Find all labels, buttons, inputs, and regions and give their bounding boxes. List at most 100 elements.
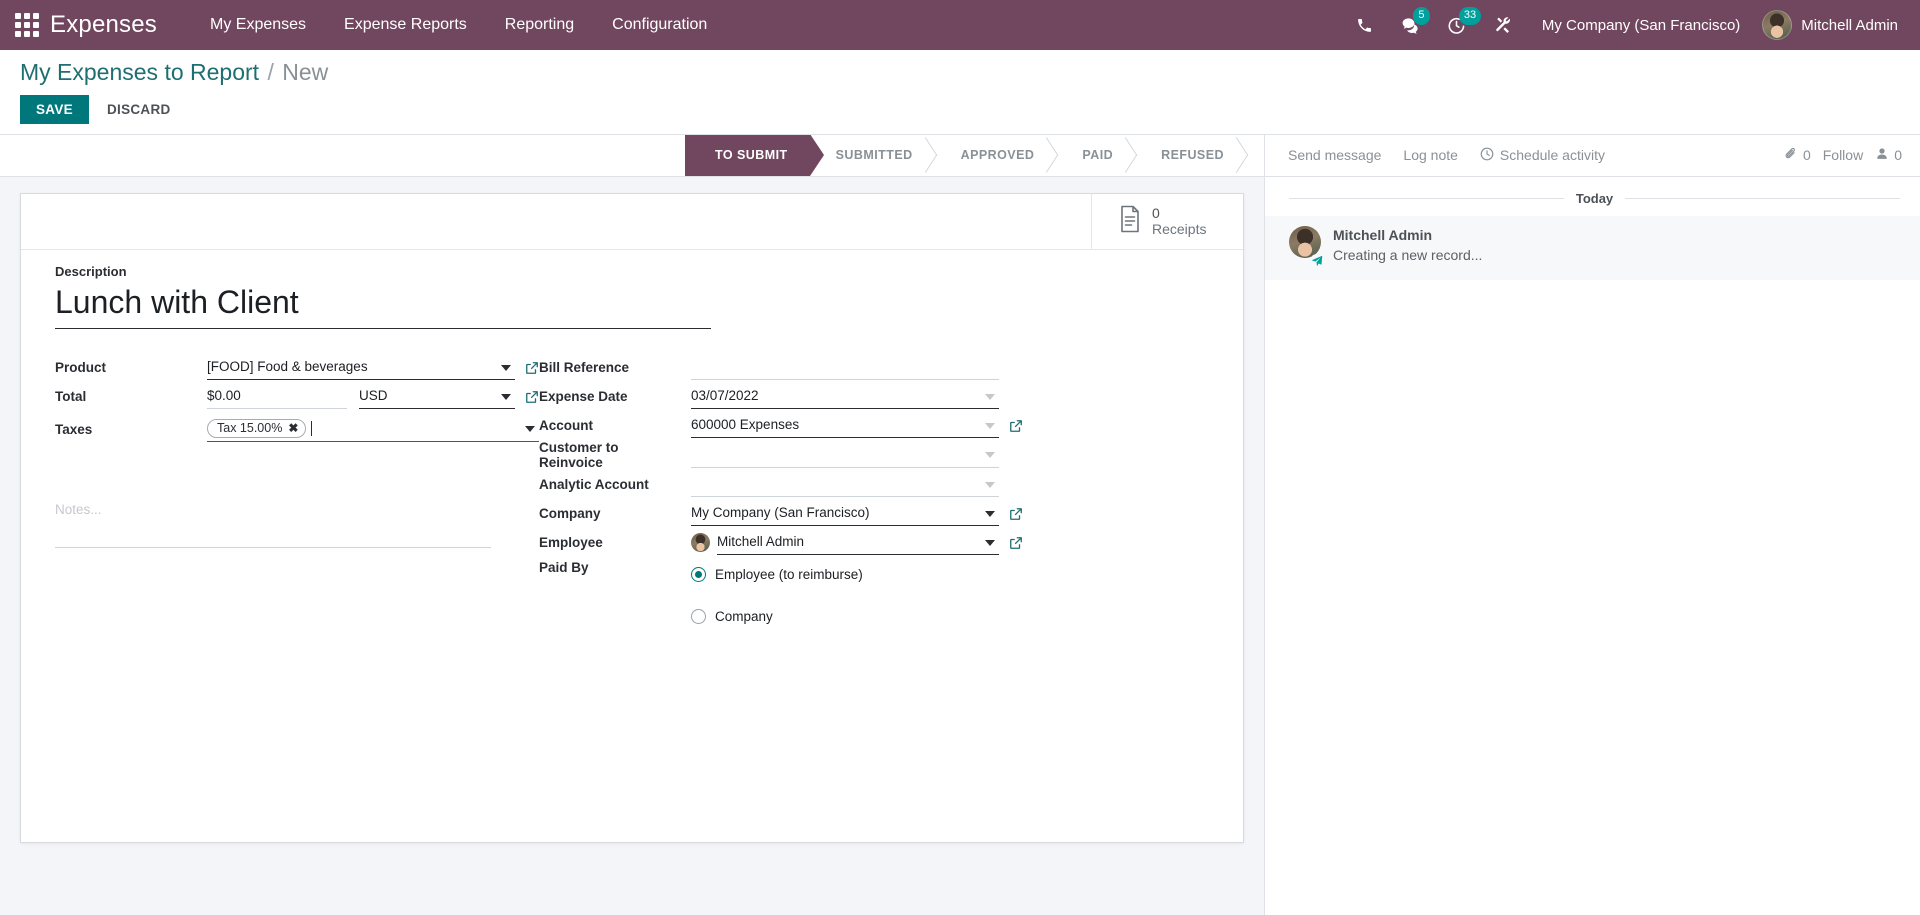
account-label: Account: [539, 418, 593, 434]
breadcrumb-root[interactable]: My Expenses to Report: [20, 59, 259, 85]
attachment-count: 0: [1802, 147, 1811, 164]
account-input[interactable]: [691, 413, 999, 439]
company-internal-link-icon[interactable]: [1009, 507, 1023, 521]
status-paid[interactable]: PAID: [1056, 135, 1135, 176]
field-employee: Employee: [539, 528, 1023, 557]
description-input[interactable]: [55, 280, 711, 330]
message-content: Mitchell Admin Creating a new record...: [1333, 226, 1482, 266]
status-to-submit[interactable]: TO SUBMIT: [685, 134, 810, 176]
menu-item-configuration[interactable]: Configuration: [593, 0, 726, 50]
clock-icon: [1480, 147, 1494, 164]
field-columns: Product [FOOD] Food & beverages Total $0…: [55, 353, 1209, 631]
log-note-button[interactable]: Log note: [1394, 142, 1467, 168]
status-approved[interactable]: APPROVED: [935, 135, 1057, 176]
text-cursor: [311, 420, 313, 436]
right-column: Bill Reference Expense Date 03/07/2022 A…: [539, 353, 1023, 631]
receipts-stat-button[interactable]: 0 Receipts: [1091, 193, 1243, 249]
followers-counter[interactable]: 0: [1875, 147, 1902, 164]
messages-count-badge: 5: [1412, 7, 1430, 25]
employee-avatar: [691, 533, 710, 553]
bill-reference-input[interactable]: [691, 355, 999, 381]
company-label: Company: [539, 506, 601, 522]
menu-item-expense-reports[interactable]: Expense Reports: [325, 0, 486, 50]
total-amount-input[interactable]: [207, 384, 347, 410]
apps-grid-icon[interactable]: [10, 8, 44, 42]
customer-to-reinvoice-label: Customer to Reinvoice: [539, 440, 619, 471]
close-icon[interactable]: ✖: [288, 421, 298, 435]
product-internal-link-icon[interactable]: [525, 361, 539, 375]
breadcrumb-current: New: [282, 59, 329, 85]
form-view: TO SUBMIT SUBMITTED APPROVED PAID REFUSE…: [0, 134, 1264, 915]
button-box: 0 Receipts: [21, 193, 1243, 250]
developer-tools-icon[interactable]: [1480, 0, 1526, 50]
systray: 5 33 My Company (San Francisco) Mitchell…: [1342, 0, 1902, 50]
form-fields: Description Product: [21, 250, 1243, 657]
form-sheet-background: 0 Receipts Description P: [0, 177, 1264, 915]
radio-unselected-icon[interactable]: [691, 609, 706, 625]
product-input[interactable]: [207, 355, 515, 381]
paid-by-label: Paid By: [539, 560, 589, 576]
breadcrumb: My Expenses to Report / New: [20, 58, 1900, 87]
follow-button[interactable]: Follow: [1823, 147, 1863, 163]
status-submitted[interactable]: SUBMITTED: [810, 135, 935, 176]
tax-tag-label: Tax 15.00%: [217, 420, 283, 435]
activity-clock-icon[interactable]: 33: [1434, 0, 1482, 50]
employee-internal-link-icon[interactable]: [1009, 536, 1023, 550]
employee-input[interactable]: [717, 530, 999, 556]
top-navbar: Expenses My Expenses Expense Reports Rep…: [0, 0, 1920, 50]
chatter-thread: Today Mitchell Admin Creating a new reco…: [1265, 177, 1920, 915]
product-label: Product: [55, 360, 107, 376]
paperclip-icon: [1784, 147, 1798, 164]
field-expense-date: Expense Date: [539, 382, 1023, 411]
left-column: Product [FOOD] Food & beverages Total $0…: [55, 353, 539, 631]
send-message-button[interactable]: Send message: [1279, 142, 1390, 168]
chatter-topbar: Send message Log note Schedule activity: [1265, 135, 1920, 177]
paid-by-option-company[interactable]: Company: [691, 602, 773, 631]
phone-icon[interactable]: [1342, 0, 1388, 50]
customer-to-reinvoice-input[interactable]: [691, 442, 999, 468]
field-company: Company: [539, 499, 1023, 528]
menu-item-my-expenses[interactable]: My Expenses: [191, 0, 325, 50]
paid-by-option-employee[interactable]: Employee (to reimburse): [691, 560, 863, 589]
taxes-tags-input[interactable]: Tax 15.00% ✖: [207, 417, 539, 443]
tax-tag[interactable]: Tax 15.00% ✖: [207, 418, 307, 438]
avatar: [1762, 10, 1793, 40]
expense-date-input[interactable]: [691, 384, 999, 410]
analytic-account-input[interactable]: [691, 472, 999, 498]
app-brand-expenses[interactable]: Expenses: [50, 11, 157, 39]
chevron-down-icon[interactable]: [525, 426, 535, 433]
expense-date-label: Expense Date: [539, 389, 628, 405]
field-product: Product: [55, 353, 539, 382]
notes-group: [55, 502, 539, 553]
attachments-counter[interactable]: 0: [1784, 147, 1811, 164]
paid-by-company-label[interactable]: Company: [715, 609, 773, 624]
employee-label: Employee: [539, 535, 603, 551]
bill-reference-label: Bill Reference: [539, 360, 630, 376]
discard-button[interactable]: DISCARD: [93, 95, 185, 124]
divider-left: [1289, 197, 1564, 199]
statusbar: TO SUBMIT SUBMITTED APPROVED PAID REFUSE…: [685, 134, 1246, 176]
radio-selected-icon[interactable]: [691, 567, 706, 583]
schedule-activity-button[interactable]: Schedule activity: [1471, 142, 1614, 169]
field-total: Total: [55, 382, 539, 411]
main-menu: My Expenses Expense Reports Reporting Co…: [191, 0, 726, 50]
menu-item-reporting[interactable]: Reporting: [486, 0, 593, 50]
app-body: TO SUBMIT SUBMITTED APPROVED PAID REFUSE…: [0, 134, 1920, 915]
company-switcher[interactable]: My Company (San Francisco): [1526, 17, 1756, 34]
account-internal-link-icon[interactable]: [1009, 419, 1023, 433]
field-account: Account: [539, 411, 1023, 440]
currency-input[interactable]: [359, 384, 515, 410]
notes-input[interactable]: [55, 502, 491, 549]
messages-icon[interactable]: 5: [1388, 0, 1434, 50]
user-menu[interactable]: Mitchell Admin: [1756, 10, 1902, 40]
company-input[interactable]: [691, 501, 999, 527]
avatar: [1289, 225, 1321, 258]
save-button[interactable]: SAVE: [20, 94, 89, 124]
paid-by-employee-label[interactable]: Employee (to reimburse): [715, 567, 863, 582]
status-refused[interactable]: REFUSED: [1135, 135, 1246, 176]
user-icon: [1875, 147, 1889, 164]
statusbar-row: TO SUBMIT SUBMITTED APPROVED PAID REFUSE…: [0, 134, 1264, 177]
message-author: Mitchell Admin: [1333, 226, 1433, 243]
analytic-account-label: Analytic Account: [539, 477, 649, 493]
currency-internal-link-icon[interactable]: [525, 390, 539, 404]
